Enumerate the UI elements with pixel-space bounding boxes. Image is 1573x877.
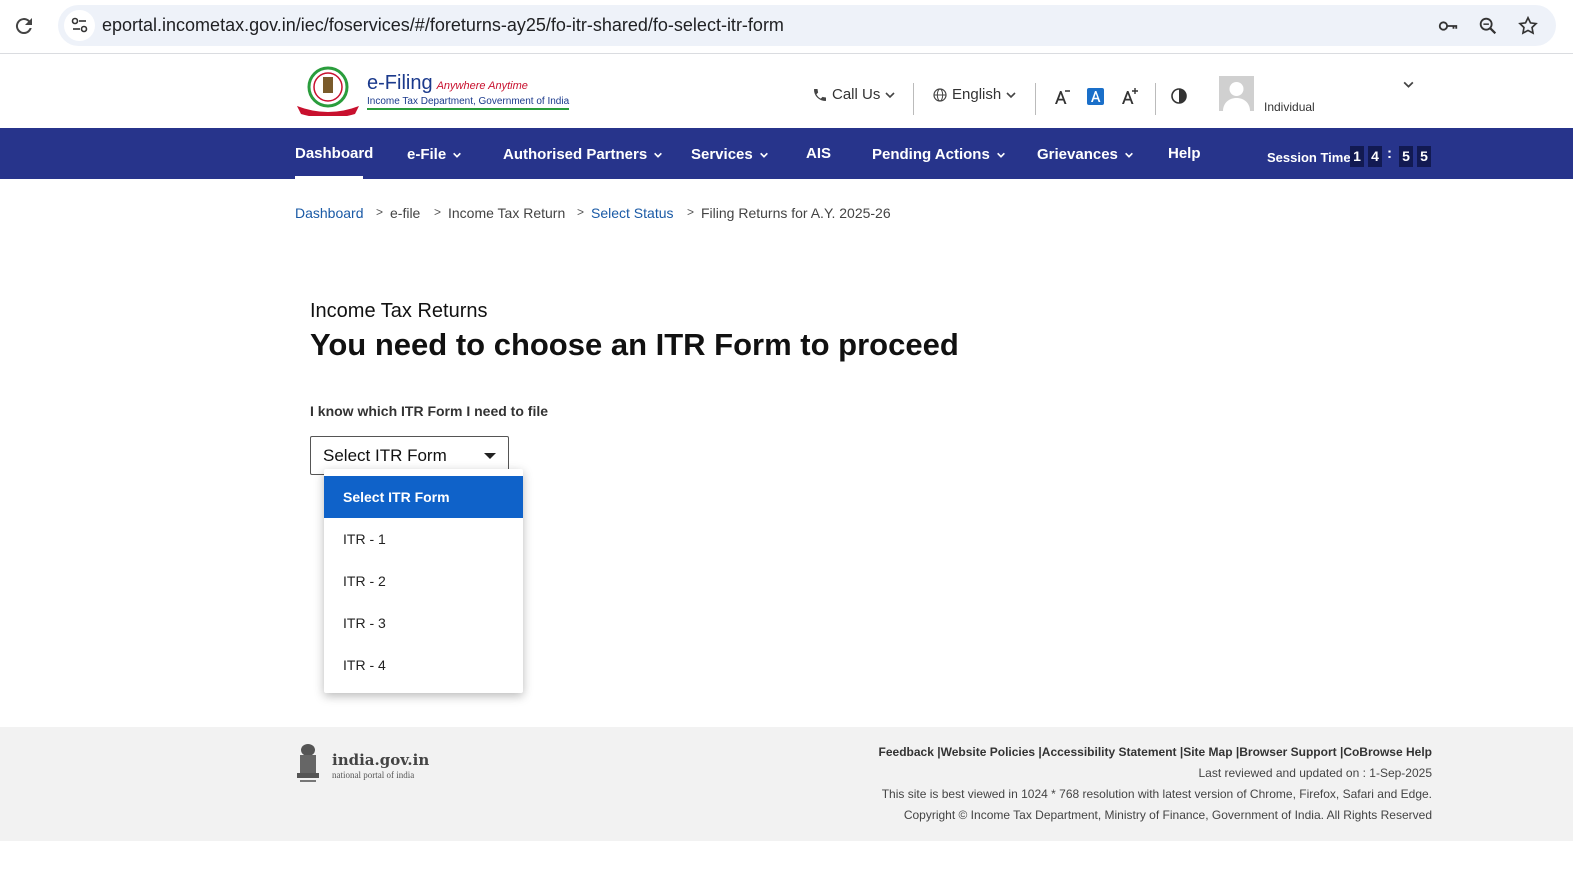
efiling-logo[interactable]: e-Filing Anywhere Anytime Income Tax Depa… [295,66,570,118]
breadcrumb-dashboard[interactable]: Dashboard [295,205,364,221]
itr-form-options: Select ITR Form ITR - 1 ITR - 2 ITR - 3 … [324,469,523,693]
option-itr-2[interactable]: ITR - 2 [324,560,523,602]
breadcrumb-separator: > [687,205,695,219]
emblem-logo-icon [297,66,359,118]
india-gov-link[interactable]: india.gov.in [332,751,429,769]
call-us-label: Call Us [832,86,881,103]
language-label: English [952,86,1002,103]
phone-icon [814,88,826,101]
site-info-icon[interactable] [64,10,95,41]
footer-link-cobrowse-help[interactable]: CoBrowse Help [1343,745,1432,759]
footer-link-site-map[interactable]: Site Map [1183,745,1232,759]
breadcrumb-income-tax-return: Income Tax Return [448,205,566,221]
site-footer: india.gov.in national portal of india Fe… [0,727,1573,841]
user-icon [1223,82,1250,111]
breadcrumb-efile: e-file [390,205,421,221]
user-type: Individual [1264,100,1315,114]
page-title: You need to choose an ITR Form to procee… [310,327,959,362]
logo-tagline: Anywhere Anytime [436,80,528,92]
divider [1155,83,1156,115]
breadcrumb-filing-returns: Filing Returns for A.Y. 2025-26 [701,205,891,221]
chevron-down-icon [885,91,895,98]
divider [1035,83,1036,115]
increase-font-icon[interactable] [1120,87,1139,106]
globe-icon [933,87,947,102]
nav-services[interactable]: Services [691,146,769,163]
option-select-itr-form[interactable]: Select ITR Form [324,476,523,518]
nav-help[interactable]: Help [1168,145,1201,162]
breadcrumb-separator: > [434,205,442,219]
chevron-down-icon [453,152,462,158]
chevron-down-icon [1006,91,1016,98]
url-text: eportal.incometax.gov.in/iec/foservices/… [102,15,784,35]
address-bar[interactable]: eportal.incometax.gov.in/iec/foservices/… [58,5,1556,46]
contrast-icon[interactable] [1171,88,1187,104]
decrease-font-icon[interactable] [1053,88,1071,106]
divider [913,83,914,115]
option-itr-1[interactable]: ITR - 1 [324,518,523,560]
key-icon[interactable] [1437,15,1459,37]
session-digit: 5 [1417,146,1431,167]
nav-dashboard[interactable]: Dashboard [295,145,373,162]
nav-active-indicator [295,176,363,179]
default-font-icon[interactable] [1087,88,1104,105]
national-emblem-icon [297,744,319,782]
logo-subtitle: Income Tax Department, Government of Ind… [367,96,570,110]
chevron-down-icon [1124,152,1133,158]
language-dropdown[interactable]: English [932,86,1017,103]
footer-links: Feedback |Website Policies |Accessibilit… [878,745,1432,759]
itr-form-label: I know which ITR Form I need to file [310,403,549,419]
nav-grievances[interactable]: Grievances [1037,146,1134,163]
breadcrumb-separator: > [376,205,384,219]
select-value: Select ITR Form [323,446,447,465]
chevron-down-icon [654,152,663,158]
best-viewed: This site is best viewed in 1024 * 768 r… [881,787,1432,801]
footer-link-website-policies[interactable]: Website Policies [941,745,1035,759]
bookmark-star-icon[interactable] [1517,15,1539,37]
nav-authorised-partners[interactable]: Authorised Partners [503,146,663,163]
breadcrumb-select-status[interactable]: Select Status [591,205,674,221]
zoom-icon[interactable] [1477,15,1499,37]
avatar[interactable] [1219,76,1254,111]
session-digit: 4 [1368,146,1382,167]
session-time-label: Session Time [1267,150,1351,165]
chevron-down-icon [759,152,768,158]
footer-link-browser-support[interactable]: Browser Support [1239,745,1336,759]
chevron-down-icon [996,152,1005,158]
session-digit: 5 [1399,146,1413,167]
nav-efile[interactable]: e-File [407,146,462,163]
reload-icon[interactable] [12,14,36,38]
main-nav: Dashboard e-File Authorised Partners Ser… [0,128,1573,179]
last-reviewed: Last reviewed and updated on : 1-Sep-202… [1198,766,1432,780]
page-subtitle: Income Tax Returns [310,300,488,322]
call-us-dropdown[interactable]: Call Us [812,86,896,103]
session-colon: : [1387,145,1392,162]
breadcrumb-separator: > [577,205,585,219]
session-digit: 1 [1350,146,1364,167]
footer-link-accessibility[interactable]: Accessibility Statement [1042,745,1177,759]
india-gov-subtitle: national portal of india [332,770,415,780]
site-header: e-Filing Anywhere Anytime Income Tax Depa… [0,54,1573,128]
caret-down-icon [484,453,496,459]
copyright: Copyright © Income Tax Department, Minis… [903,808,1432,822]
option-itr-3[interactable]: ITR - 3 [324,602,523,644]
nav-ais[interactable]: AIS [806,145,831,162]
logo-title: e-Filing [367,72,433,94]
profile-chevron-down-icon[interactable] [1402,78,1415,91]
footer-link-feedback[interactable]: Feedback [879,745,934,759]
nav-pending-actions[interactable]: Pending Actions [872,146,1006,163]
browser-toolbar: eportal.incometax.gov.in/iec/foservices/… [0,0,1573,54]
option-itr-4[interactable]: ITR - 4 [324,644,523,686]
